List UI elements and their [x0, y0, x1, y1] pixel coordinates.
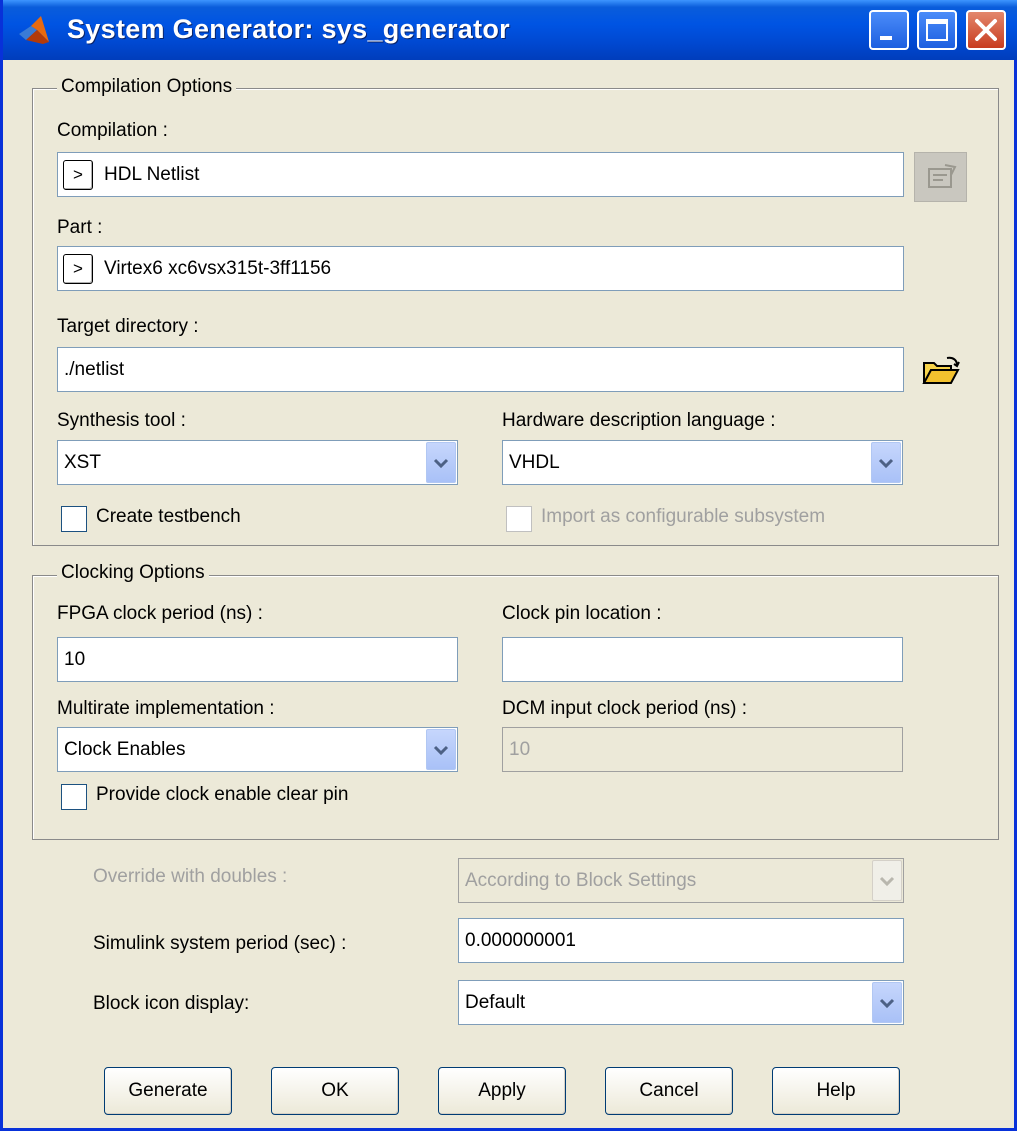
compilation-expand-button[interactable]: >: [63, 160, 93, 190]
block-icon-display-label: Block icon display:: [93, 993, 250, 1014]
clock-enable-clear-pin-checkbox[interactable]: [61, 784, 87, 810]
target-directory-label: Target directory :: [57, 316, 199, 337]
synthesis-tool-value: XST: [64, 451, 101, 473]
compilation-settings-icon: [928, 164, 957, 188]
fpga-clock-period-input[interactable]: 10: [57, 637, 458, 682]
part-label: Part :: [57, 217, 103, 238]
part-expand-button[interactable]: >: [63, 254, 93, 284]
block-icon-display-select[interactable]: Default: [458, 980, 904, 1025]
compilation-settings-button[interactable]: [914, 152, 967, 202]
multirate-implementation-value: Clock Enables: [64, 738, 186, 760]
close-icon: [975, 19, 997, 41]
clock-pin-location-label: Clock pin location :: [502, 603, 662, 624]
part-value: Virtex6 xc6vsx315t-3ff1156: [104, 257, 332, 279]
matlab-logo-icon: [19, 16, 49, 44]
create-testbench-checkbox[interactable]: [61, 506, 87, 532]
import-subsystem-checkbox[interactable]: [506, 506, 532, 532]
help-button[interactable]: Help: [772, 1067, 900, 1115]
folder-open-icon: [922, 356, 960, 384]
synthesis-tool-dropdown-button[interactable]: [426, 442, 456, 483]
chevron-down-icon: [879, 998, 895, 1008]
ok-button[interactable]: OK: [271, 1067, 399, 1115]
fpga-clock-period-value: 10: [64, 648, 86, 670]
dcm-input-clock-period-label: DCM input clock period (ns) :: [502, 698, 747, 719]
target-directory-value: ./netlist: [64, 358, 125, 380]
hdl-select[interactable]: VHDL: [502, 440, 903, 485]
synthesis-tool-label: Synthesis tool :: [57, 410, 186, 431]
window-title: System Generator: sys_generator: [67, 14, 510, 44]
clock-enable-clear-pin-label: Provide clock enable clear pin: [96, 784, 349, 805]
apply-button[interactable]: Apply: [438, 1067, 566, 1115]
title-bar[interactable]: System Generator: sys_generator: [3, 0, 1017, 60]
part-field[interactable]: > Virtex6 xc6vsx315t-3ff1156: [57, 246, 904, 291]
compilation-options-title: Compilation Options: [57, 76, 237, 98]
close-button[interactable]: [966, 10, 1006, 50]
maximize-button[interactable]: [917, 10, 957, 50]
clock-pin-location-input[interactable]: [502, 637, 903, 682]
chevron-down-icon: [433, 458, 449, 468]
block-icon-display-value: Default: [465, 991, 526, 1013]
browse-folder-button[interactable]: [921, 355, 961, 387]
simulink-system-period-label: Simulink system period (sec) :: [93, 933, 347, 954]
simulink-system-period-input[interactable]: 0.000000001: [458, 918, 904, 963]
multirate-dropdown-button[interactable]: [426, 729, 456, 770]
override-with-doubles-label: Override with doubles :: [93, 866, 288, 887]
override-with-doubles-select[interactable]: According to Block Settings: [458, 858, 904, 903]
target-directory-input[interactable]: ./netlist: [57, 347, 904, 392]
simulink-system-period-value: 0.000000001: [465, 929, 576, 951]
fpga-clock-period-label: FPGA clock period (ns) :: [57, 603, 263, 624]
minimize-icon: [880, 36, 892, 40]
chevron-down-icon: [878, 458, 894, 468]
hdl-label: Hardware description language :: [502, 410, 776, 431]
synthesis-tool-select[interactable]: XST: [57, 440, 458, 485]
minimize-button[interactable]: [869, 10, 909, 50]
compilation-field[interactable]: > HDL Netlist: [57, 152, 904, 197]
maximize-icon: [926, 19, 948, 41]
multirate-implementation-label: Multirate implementation :: [57, 698, 275, 719]
create-testbench-label: Create testbench: [96, 506, 241, 527]
import-subsystem-label: Import as configurable subsystem: [541, 506, 826, 527]
compilation-value: HDL Netlist: [104, 163, 200, 185]
chevron-down-icon: [433, 745, 449, 755]
dcm-input-clock-period-input[interactable]: 10: [502, 727, 903, 772]
generate-button[interactable]: Generate: [104, 1067, 232, 1115]
hdl-value: VHDL: [509, 451, 560, 473]
cancel-button[interactable]: Cancel: [605, 1067, 733, 1115]
override-with-doubles-value: According to Block Settings: [465, 869, 697, 891]
chevron-down-icon: [879, 876, 895, 886]
hdl-dropdown-button[interactable]: [871, 442, 901, 483]
dialog-window: System Generator: sys_generator Compilat…: [0, 0, 1017, 1131]
compilation-label: Compilation :: [57, 120, 168, 141]
override-dropdown-button[interactable]: [872, 860, 902, 901]
block-icon-display-dropdown-button[interactable]: [872, 982, 902, 1023]
multirate-implementation-select[interactable]: Clock Enables: [57, 727, 458, 772]
dcm-input-clock-period-value: 10: [509, 738, 531, 760]
clocking-options-title: Clocking Options: [57, 562, 209, 584]
